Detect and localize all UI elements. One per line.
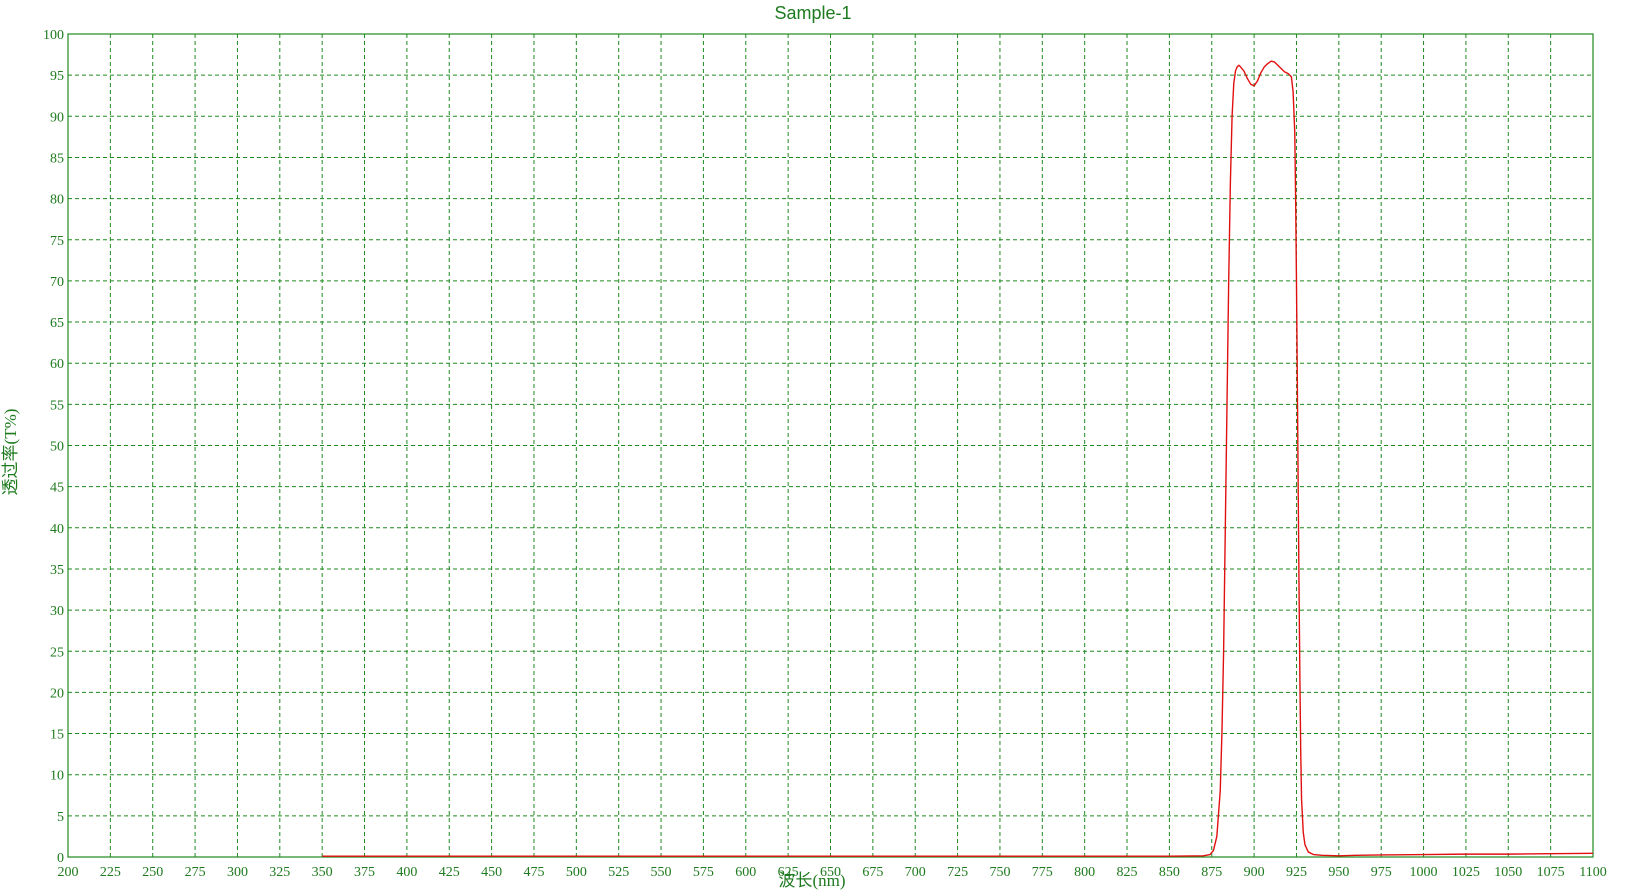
- x-tick-label: 850: [1159, 865, 1180, 880]
- x-tick-label: 1025: [1452, 865, 1480, 880]
- x-axis-label: 波长(nm): [778, 871, 845, 890]
- x-tick-label: 500: [566, 865, 587, 880]
- x-tick-label: 700: [905, 865, 926, 880]
- x-tick-label: 800: [1074, 865, 1095, 880]
- y-tick-label: 5: [57, 810, 64, 825]
- x-tick-label: 725: [947, 865, 968, 880]
- y-tick-label: 85: [50, 151, 64, 166]
- x-tick-label: 350: [312, 865, 333, 880]
- x-tick-label: 325: [269, 865, 290, 880]
- x-tick-label: 275: [185, 865, 206, 880]
- x-tick-label: 375: [354, 865, 375, 880]
- x-tick-label: 300: [227, 865, 248, 880]
- y-tick-label: 15: [50, 728, 64, 743]
- x-tick-label: 250: [142, 865, 163, 880]
- x-tick-label: 575: [693, 865, 714, 880]
- y-tick-label: 60: [50, 357, 64, 372]
- x-tick-label: 525: [608, 865, 629, 880]
- y-tick-label: 40: [50, 522, 64, 537]
- y-tick-label: 70: [50, 275, 64, 290]
- x-tick-label: 900: [1244, 865, 1265, 880]
- grid-lines: [68, 34, 1593, 857]
- x-tick-label: 550: [651, 865, 672, 880]
- x-tick-label: 600: [735, 865, 756, 880]
- y-tick-label: 90: [50, 110, 64, 125]
- x-tick-label: 775: [1032, 865, 1053, 880]
- x-tick-label: 875: [1201, 865, 1222, 880]
- x-tick-label: 475: [523, 865, 544, 880]
- y-tick-label: 45: [50, 481, 64, 496]
- y-axis-label: 透过率(T%): [1, 409, 20, 496]
- x-tick-label: 925: [1286, 865, 1307, 880]
- x-tick-label: 975: [1371, 865, 1392, 880]
- x-tick-label: 400: [396, 865, 417, 880]
- x-tick-label: 425: [439, 865, 460, 880]
- x-tick-label: 1000: [1410, 865, 1438, 880]
- y-tick-label: 80: [50, 193, 64, 208]
- x-tick-label: 1050: [1494, 865, 1522, 880]
- x-tick-label: 1075: [1537, 865, 1565, 880]
- x-tick-label: 450: [481, 865, 502, 880]
- y-tick-labels: 0 5 10 15 20 25 30 35 40 45 50 55 60 65 70 75 80 85 90 95 10…: [43, 28, 64, 866]
- x-tick-label: 200: [58, 865, 79, 880]
- y-tick-label: 50: [50, 440, 64, 455]
- x-tick-label: 1100: [1579, 865, 1606, 880]
- y-tick-label: 55: [50, 398, 64, 413]
- y-tick-label: 20: [50, 686, 64, 701]
- x-tick-label: 225: [100, 865, 121, 880]
- y-tick-label: 75: [50, 234, 64, 249]
- x-tick-label: 825: [1117, 865, 1138, 880]
- transmittance-chart: Sample-1 200 225 250 275 300 325 350 375 400 425 4…: [1, 3, 1607, 890]
- y-tick-label: 100: [43, 28, 64, 43]
- chart-title: Sample-1: [774, 3, 851, 23]
- x-tick-label: 750: [989, 865, 1010, 880]
- y-tick-label: 10: [50, 769, 64, 784]
- x-tick-label: 675: [862, 865, 883, 880]
- x-tick-label: 950: [1328, 865, 1349, 880]
- y-tick-label: 65: [50, 316, 64, 331]
- y-tick-label: 30: [50, 604, 64, 619]
- y-tick-label: 95: [50, 69, 64, 84]
- y-tick-label: 0: [57, 851, 64, 866]
- y-tick-label: 25: [50, 645, 64, 660]
- y-tick-label: 35: [50, 563, 64, 578]
